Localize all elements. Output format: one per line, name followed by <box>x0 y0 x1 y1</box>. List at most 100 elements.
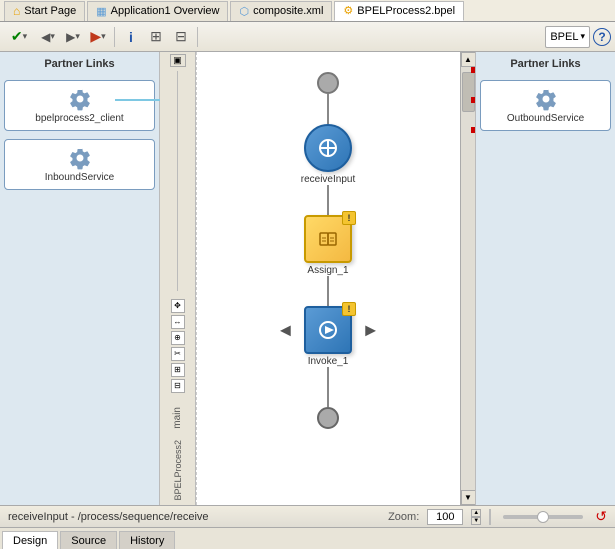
zoom-slider-track[interactable] <box>503 515 583 519</box>
tab-composite-label: composite.xml <box>253 5 323 17</box>
invoke-node-container: ◀ ! ▶ <box>304 306 352 354</box>
assign-icon <box>314 225 342 253</box>
error-mark-3 <box>471 127 476 133</box>
partner-link-outbound-label: OutboundService <box>507 113 584 124</box>
invoke-1-label: Invoke_1 <box>308 356 349 367</box>
zoom-up-button[interactable]: ▲ <box>471 509 481 517</box>
validate-button[interactable]: ⊟ <box>170 26 192 48</box>
assign-warning-badge: ! <box>342 211 356 225</box>
tab-design-label: Design <box>13 535 47 547</box>
tab-design[interactable]: Design <box>2 531 58 549</box>
gear-icon-inbound <box>68 146 92 170</box>
gear-icon-client <box>68 87 92 111</box>
partner-link-inbound-label: InboundService <box>45 172 115 183</box>
validate-icon: ⊟ <box>175 28 187 45</box>
invoke-arrow-left[interactable]: ◀ <box>280 322 291 339</box>
partner-link-outbound[interactable]: OutboundService <box>480 80 611 131</box>
tab-composite[interactable]: ⬡ composite.xml <box>230 1 332 21</box>
status-path-text: receiveInput - /process/sequence/receive <box>8 511 380 523</box>
bpel-vertical-label: BPELProcess2 <box>173 436 183 505</box>
right-partner-links-panel: Partner Links OutboundService <box>475 52 615 505</box>
save-dropdown-icon: ▾ <box>23 31 28 42</box>
zoom-separator <box>489 509 491 525</box>
start-circle <box>317 72 339 94</box>
invoke-warning-badge: ! <box>342 302 356 316</box>
run-button[interactable]: ▶ ▾ <box>87 26 109 48</box>
separator-1 <box>114 27 115 47</box>
zoom-input[interactable] <box>427 509 463 525</box>
deploy-button[interactable]: ⊞ <box>145 26 167 48</box>
bpel-icon: ⚙ <box>343 4 353 17</box>
side-tool-4[interactable]: ✂ <box>171 347 185 361</box>
side-tool-3[interactable]: ⊕ <box>171 331 185 345</box>
receive-node-wrapper[interactable]: receiveInput <box>301 124 355 185</box>
scroll-track[interactable] <box>461 67 476 490</box>
flow-nodes-container: receiveInput <box>196 52 460 429</box>
collapse-button[interactable]: ▣ <box>170 54 186 67</box>
home-icon: ⌂ <box>13 4 20 18</box>
separator-2 <box>197 27 198 47</box>
scroll-thumb[interactable] <box>462 72 475 112</box>
vertical-scrollbar[interactable]: ▲ ▼ <box>460 52 475 505</box>
connector-3 <box>327 276 329 306</box>
left-partner-links-panel: Partner Links bpelprocess2_client Inboun… <box>0 52 160 505</box>
scroll-up-button[interactable]: ▲ <box>461 52 476 67</box>
back-icon: ◀ <box>41 30 50 44</box>
assign-node-wrapper[interactable]: ! Assign_1 <box>304 215 352 276</box>
tab-source[interactable]: Source <box>60 531 117 549</box>
assign-1-label: Assign_1 <box>307 265 348 276</box>
tab-app-overview-label: Application1 Overview <box>111 5 220 17</box>
scroll-down-button[interactable]: ▼ <box>461 490 476 505</box>
bpel-dropdown-label: BPEL <box>550 31 578 43</box>
info-button[interactable]: i <box>120 26 142 48</box>
invoke-node-wrapper[interactable]: ◀ ! ▶ Invoke_1 <box>304 306 352 367</box>
connector-2 <box>327 185 329 215</box>
bottom-tabs: Design Source History <box>0 527 615 549</box>
lane-vertical-label: main <box>172 403 183 433</box>
app-icon: ▦ <box>96 5 106 18</box>
help-button[interactable]: ? <box>593 28 611 46</box>
tab-app-overview[interactable]: ▦ Application1 Overview <box>87 1 228 21</box>
partner-link-client-label: bpelprocess2_client <box>35 113 123 124</box>
side-tool-6[interactable]: ⊟ <box>171 379 185 393</box>
tab-start-page-label: Start Page <box>24 5 76 17</box>
invoke-1-node[interactable]: ! <box>304 306 352 354</box>
invoke-arrow-right[interactable]: ▶ <box>365 322 376 339</box>
zoom-label: Zoom: <box>388 511 419 523</box>
side-tool-2[interactable]: ↔ <box>171 315 185 329</box>
assign-1-node[interactable]: ! <box>304 215 352 263</box>
side-divider <box>177 71 178 291</box>
checkmark-icon: ✔ <box>11 28 23 45</box>
back-button[interactable]: ◀ ▾ <box>37 26 59 48</box>
zoom-down-button[interactable]: ▼ <box>471 517 481 525</box>
bpel-dropdown-arrow: ▾ <box>580 31 585 42</box>
deploy-icon: ⊞ <box>150 28 162 45</box>
side-panel: ▣ ✥ ↔ ⊕ ✂ ⊞ ⊟ main BPELProcess2 <box>160 52 196 505</box>
error-mark-2 <box>471 97 476 103</box>
receive-input-node[interactable] <box>304 124 352 172</box>
tab-bar: ⌂ Start Page ▦ Application1 Overview ⬡ c… <box>0 0 615 22</box>
forward-button[interactable]: ▶ ▾ <box>62 26 84 48</box>
partner-link-inbound[interactable]: InboundService <box>4 139 155 190</box>
receive-input-label: receiveInput <box>301 174 355 185</box>
forward-icon: ▶ <box>66 30 75 44</box>
receive-icon <box>314 134 342 162</box>
status-bar: receiveInput - /process/sequence/receive… <box>0 505 615 527</box>
tab-history[interactable]: History <box>119 531 175 549</box>
run-icon: ▶ <box>90 28 101 45</box>
tab-start-page[interactable]: ⌂ Start Page <box>4 1 85 21</box>
end-circle <box>317 407 339 429</box>
bpel-dropdown[interactable]: BPEL ▾ <box>545 26 590 48</box>
zoom-spinner: ▲ ▼ <box>471 509 481 525</box>
reset-zoom-button[interactable]: ↺ <box>595 508 607 525</box>
tab-bpel-label: BPELProcess2.bpel <box>357 5 455 17</box>
tab-bpel-process[interactable]: ⚙ BPELProcess2.bpel <box>334 1 464 21</box>
invoke-icon <box>314 316 342 344</box>
zoom-slider-thumb[interactable] <box>537 511 549 523</box>
save-button[interactable]: ✔ ▾ <box>4 26 34 48</box>
side-tool-1[interactable]: ✥ <box>171 299 185 313</box>
bpel-flow-canvas[interactable]: receiveInput <box>196 52 460 505</box>
canvas-area: ▣ ✥ ↔ ⊕ ✂ ⊞ ⊟ main BPELProcess2 <box>160 52 475 505</box>
assign-node-container: ! <box>304 215 352 263</box>
side-tool-5[interactable]: ⊞ <box>171 363 185 377</box>
